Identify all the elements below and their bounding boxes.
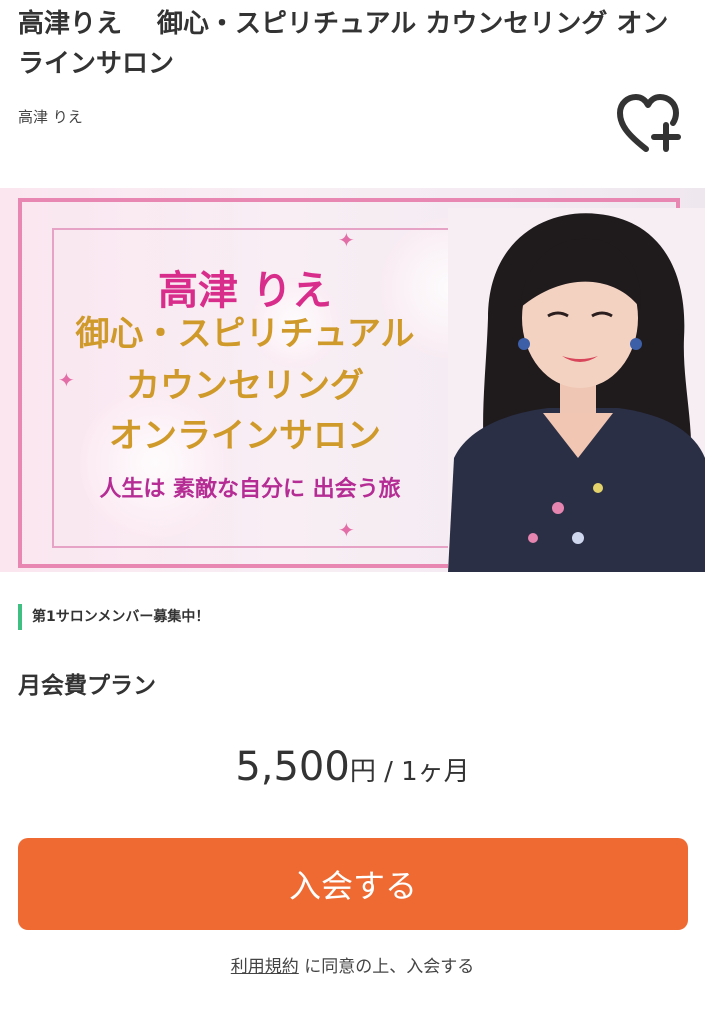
salon-title: 高津りえ 御心・スピリチュアル カウンセリング オンラインサロン: [18, 9, 669, 79]
salon-banner: ✦ ✦ ✦ 高津 りえ 御心・スピリチュアル カウンセリング オンラインサロン …: [0, 188, 705, 572]
host-portrait: [448, 208, 705, 572]
heart-plus-icon: [617, 94, 681, 152]
banner-line-3: オンラインサロン: [109, 416, 381, 456]
banner-line-1: 御心・スピリチュアル: [75, 314, 415, 354]
banner-line-2: カウンセリング: [126, 366, 364, 406]
price-period: / 1ヶ月: [375, 757, 470, 787]
sparkle-icon: ✦: [338, 228, 355, 252]
price-currency: 円: [349, 757, 376, 787]
banner-tagline: 人生は 素敵な自分に 出会う旅: [99, 477, 401, 502]
favorite-button[interactable]: [614, 93, 686, 155]
terms-text: に同意の上、入会する: [304, 957, 475, 977]
sparkle-icon: ✦: [338, 518, 355, 542]
plan-price: 5,500円 / 1ヶ月: [0, 744, 705, 790]
recruit-note: 第1サロンメンバー募集中！: [18, 604, 209, 630]
terms-link[interactable]: 利用規約: [231, 957, 299, 977]
salon-page: 高津りえ 御心・スピリチュアル カウンセリング オンラインサロン 高津 りえ ✦…: [0, 0, 705, 1024]
price-amount: 5,500: [235, 744, 350, 790]
author-name: 高津 りえ: [18, 108, 83, 126]
terms-agreement: 利用規約 に同意の上、入会する: [0, 952, 705, 977]
join-button[interactable]: 入会する: [18, 838, 688, 930]
banner-name: 高津 りえ: [158, 267, 332, 314]
plan-name: 月会費プラン: [18, 673, 156, 699]
